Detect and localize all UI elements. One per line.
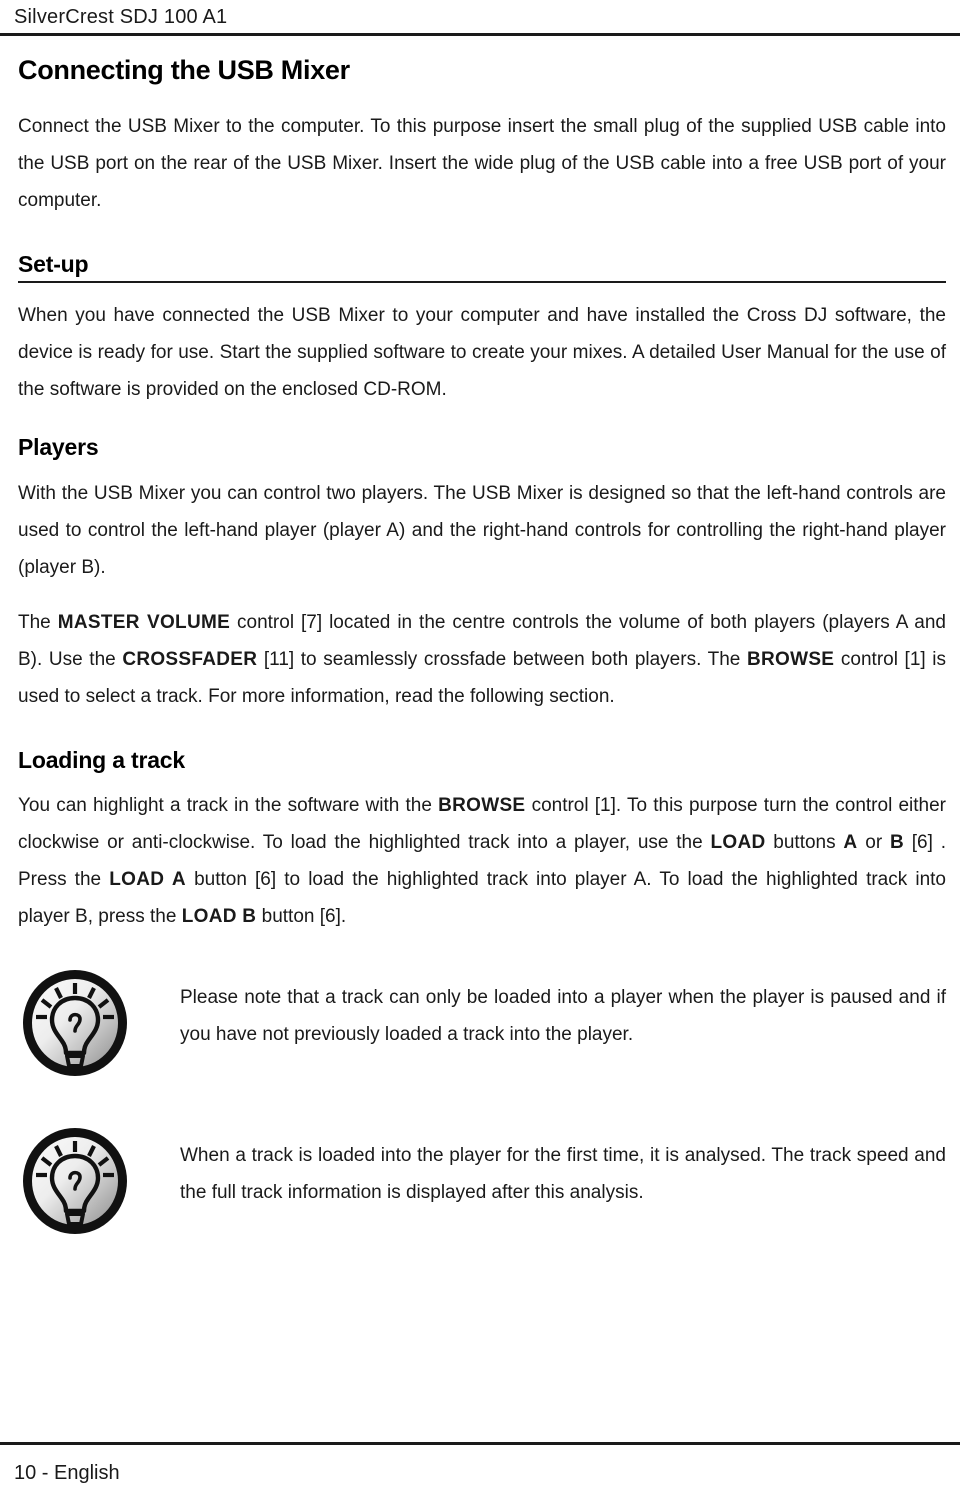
control-name-b: B [889, 832, 904, 853]
section-heading-set-up: Set-up [18, 250, 89, 277]
section-paragraph-players: With the USB Mixer you can control two p… [18, 482, 946, 578]
control-name-a: A [843, 832, 858, 853]
note-block-1: Please note that a track can only be loa… [18, 967, 946, 1079]
header-divider [0, 33, 960, 36]
loading-paragraph: You can highlight a track in the softwar… [18, 787, 946, 935]
note-text-1: Please note that a track can only be loa… [180, 987, 946, 1045]
note-text-container-2: When a track is loaded into the player f… [130, 1125, 946, 1211]
control-name-browse-2: BROWSE [438, 795, 526, 816]
footer-page-label: 10 - English [14, 1462, 120, 1484]
note-block-2: When a track is loaded into the player f… [18, 1125, 946, 1237]
loading-text-part7: button [6]. [256, 906, 347, 927]
controls-text-part1: The [18, 611, 58, 633]
running-header-title: SilverCrest SDJ 100 A1 [14, 6, 228, 28]
control-name-load-a: LOAD A [109, 869, 186, 890]
note-text-container-1: Please note that a track can only be loa… [130, 967, 946, 1053]
intro-paragraph: Connect the USB Mixer to the computer. T… [18, 115, 946, 211]
section-divider-set-up [18, 281, 946, 284]
lightbulb-icon [20, 967, 130, 1079]
section-heading-players: Players [18, 434, 99, 461]
control-name-browse: BROWSE [746, 648, 835, 670]
page-content: Connecting the USB Mixer Connect the USB… [18, 55, 946, 1237]
loading-text-part4: or [857, 832, 890, 853]
control-name-load-b: LOAD B [181, 906, 257, 927]
section-heading-loading-a-track: Loading a track [18, 746, 185, 773]
control-name-master-volume: MASTER VOLUME [57, 611, 231, 633]
footer-divider [0, 1442, 960, 1445]
controls-paragraph: The MASTER VOLUME control [7] located in… [18, 604, 946, 715]
page-title: Connecting the USB Mixer [18, 55, 350, 85]
loading-text-part3: buttons [765, 832, 844, 853]
section-paragraph-set-up: When you have connected the USB Mixer to… [18, 305, 946, 401]
note-text-2: When a track is loaded into the player f… [180, 1145, 946, 1203]
control-name-crossfader: CROSSFADER [122, 648, 258, 670]
document-page: SilverCrest SDJ 100 A1 Connecting the US… [0, 0, 960, 1497]
controls-text-part3: [11] to seamlessly crossfade between bot… [257, 648, 747, 670]
loading-text-part1: You can highlight a track in the softwar… [18, 795, 439, 816]
control-name-load: LOAD [710, 832, 766, 853]
lightbulb-icon [20, 1125, 130, 1237]
